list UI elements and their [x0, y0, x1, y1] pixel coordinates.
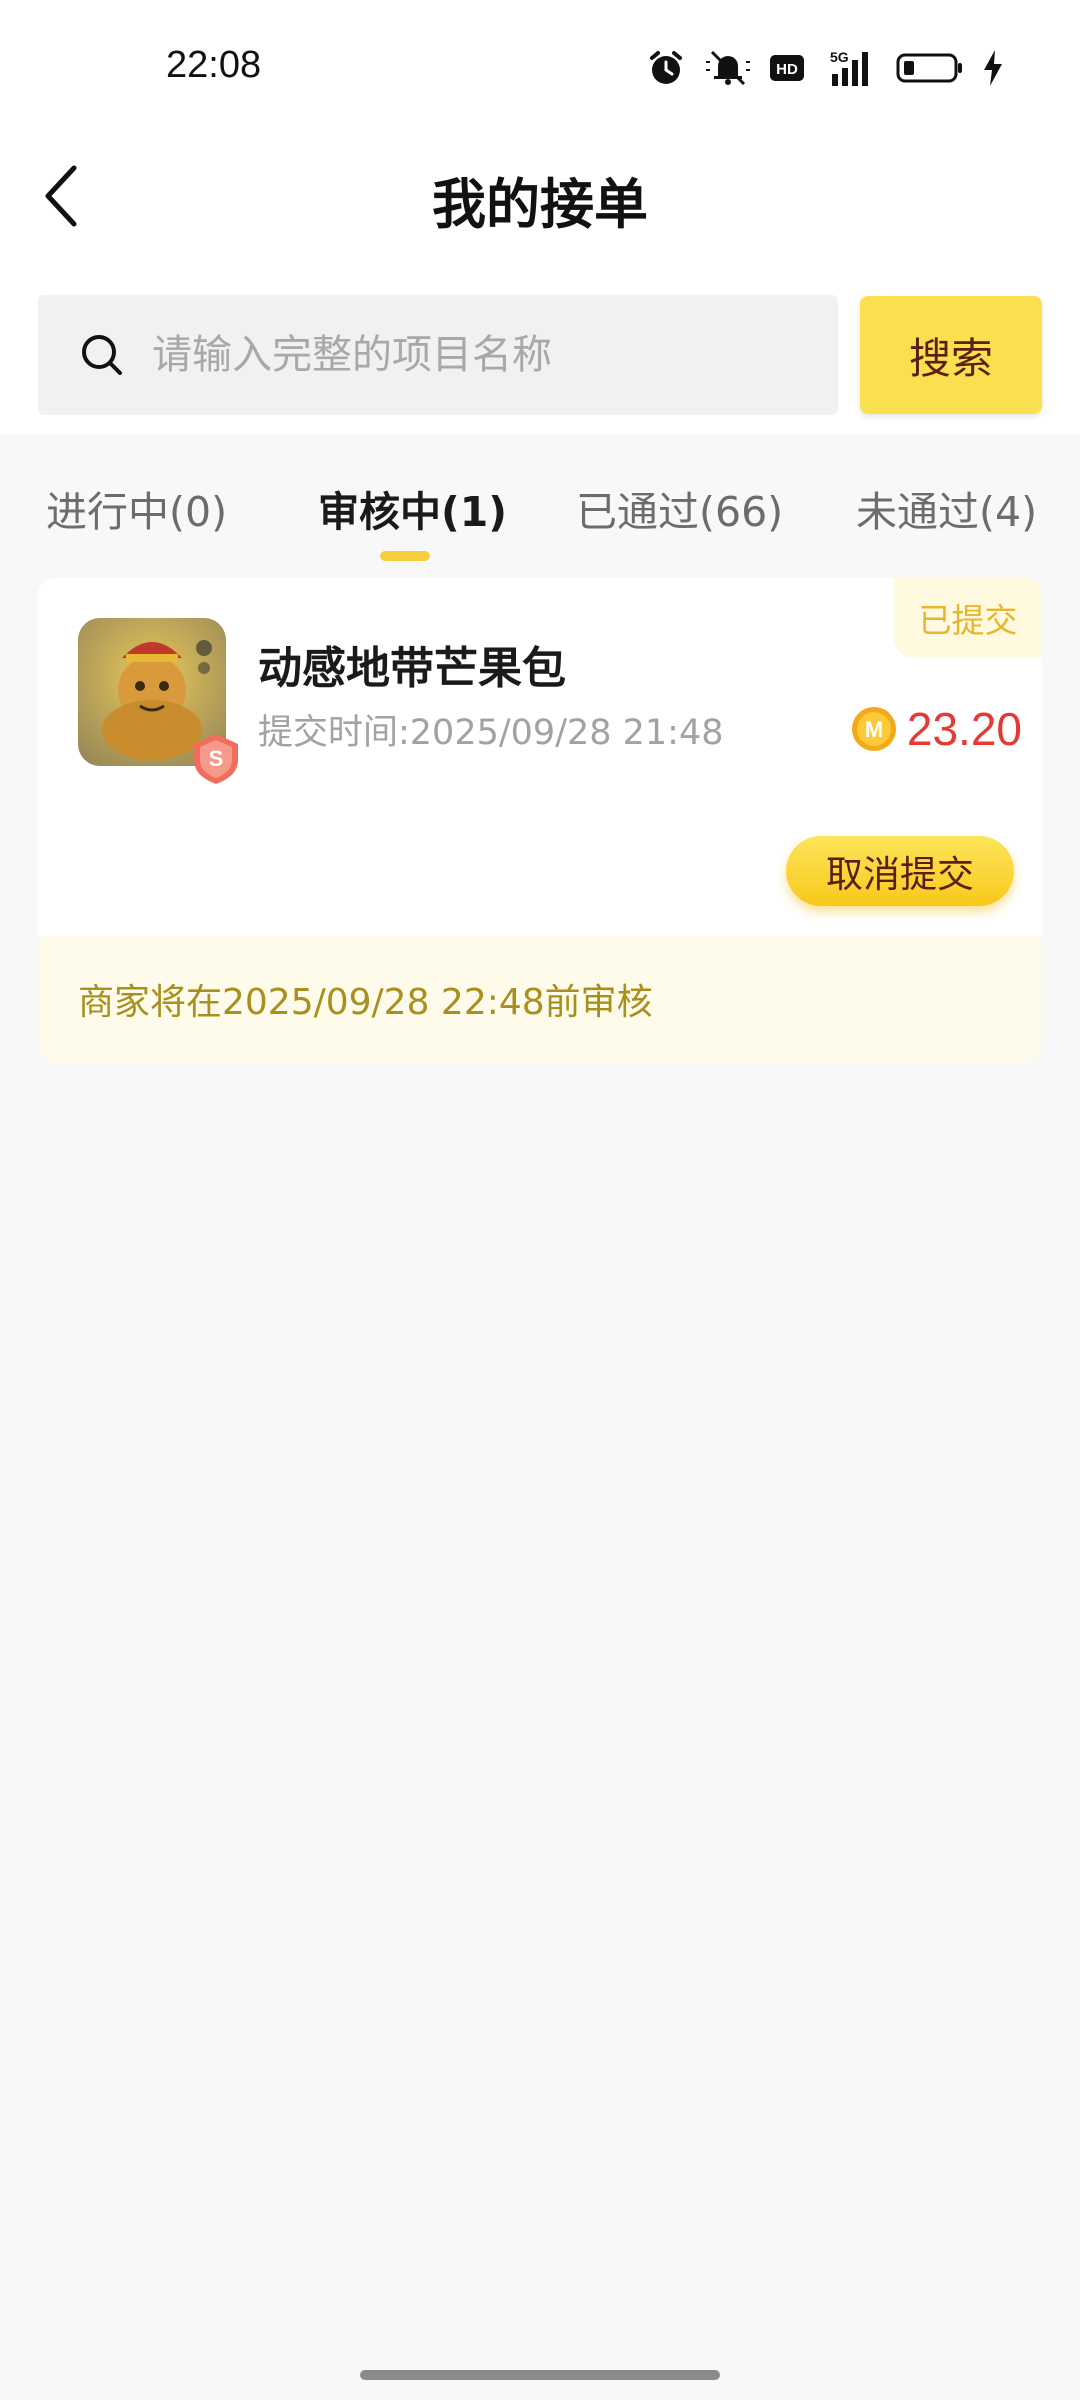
status-tabs: 进行中(0) 审核中(1) 已通过(66) 未通过(4) — [0, 434, 1080, 574]
home-indicator[interactable] — [360, 2370, 720, 2380]
coin-icon: M — [851, 707, 896, 751]
page-title: 我的接单 — [432, 173, 648, 236]
hd-icon: HD — [770, 53, 804, 83]
search-icon — [82, 335, 122, 375]
hd-label: HD — [776, 61, 798, 78]
tab-in-progress[interactable]: 进行中(0) — [46, 478, 227, 538]
search-box[interactable] — [38, 295, 838, 415]
shield-badge-letter: S — [209, 746, 224, 771]
tab-rejected[interactable]: 未通过(4) — [856, 478, 1037, 538]
status-icons: HD 5G — [646, 44, 1004, 92]
status-badge: 已提交 — [894, 578, 1042, 658]
tab-under-review[interactable]: 审核中(1) — [318, 478, 507, 538]
review-deadline-bar: 商家将在2025/09/28 22:48前审核 — [38, 936, 1042, 1062]
status-bar: 22:08 HD 5G — [0, 0, 1080, 135]
search-input[interactable] — [152, 332, 832, 378]
cancel-submission-button[interactable]: 取消提交 — [786, 836, 1014, 906]
battery-icon — [896, 51, 964, 85]
active-tab-indicator — [380, 551, 430, 561]
submit-time: 提交时间:2025/09/28 21:48 — [258, 713, 724, 753]
review-deadline-note: 商家将在2025/09/28 22:48前审核 — [78, 982, 653, 1023]
project-name: 动感地带芒果包 — [258, 643, 566, 694]
order-card[interactable]: S 动感地带芒果包 提交时间:2025/09/28 21:48 已提交 M 23… — [38, 578, 1042, 1062]
reward-amount: M 23.20 — [851, 702, 1022, 756]
search-button[interactable]: 搜索 — [860, 296, 1042, 414]
network-label: 5G — [830, 49, 849, 65]
reward-value: 23.20 — [906, 703, 1022, 755]
tab-approved[interactable]: 已通过(66) — [576, 478, 783, 538]
alarm-icon — [646, 48, 686, 88]
shield-badge-icon: S — [194, 734, 238, 784]
5g-signal-icon: 5G — [822, 48, 878, 88]
status-time: 22:08 — [166, 44, 262, 86]
charging-icon — [982, 50, 1004, 86]
mute-bell-icon — [704, 48, 752, 88]
coin-letter: M — [865, 717, 883, 742]
